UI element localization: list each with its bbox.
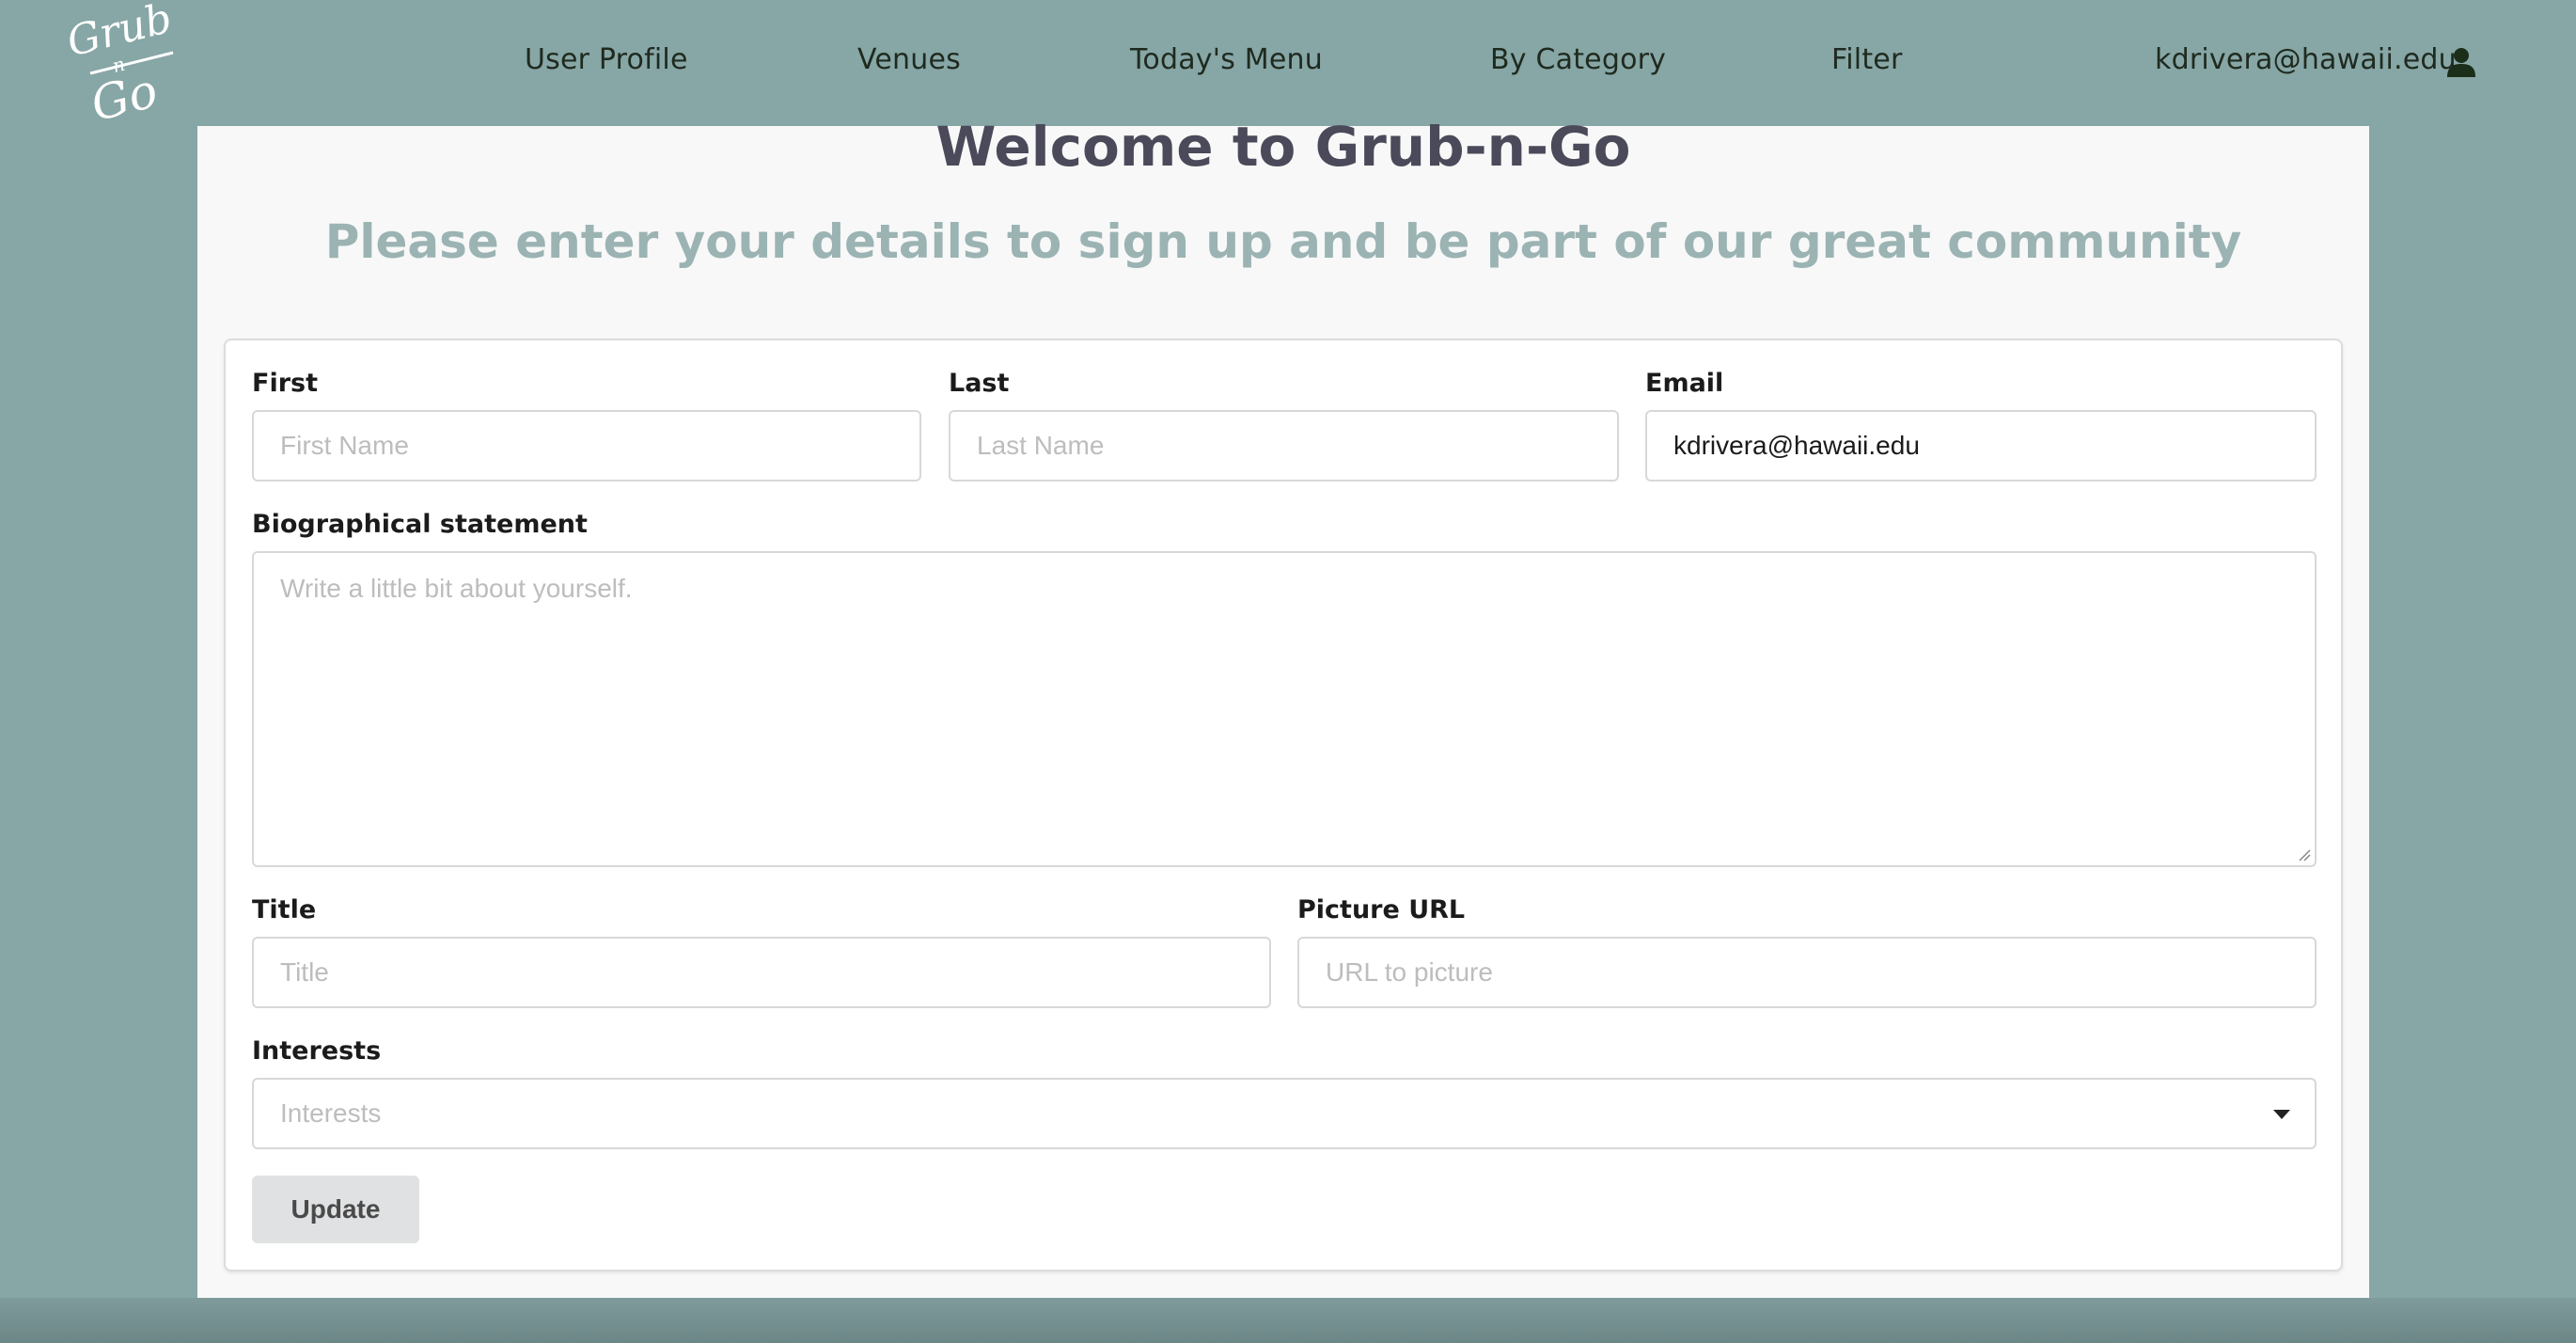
interests-placeholder: Interests (280, 1098, 382, 1128)
bio-placeholder: Write a little bit about yourself. (280, 574, 633, 603)
page-title: Welcome to Grub-n-Go (935, 115, 1631, 179)
interests-select[interactable]: Interests (252, 1078, 2317, 1149)
last-name-input[interactable]: Last Name (949, 410, 1619, 482)
nav-user-email[interactable]: kdrivera@hawaii.edu (2155, 43, 2457, 76)
email-input[interactable]: kdrivera@hawaii.edu (1645, 410, 2317, 482)
page-bottom-edge (0, 1298, 2576, 1343)
main-content: Welcome to Grub-n-Go Please enter your d… (197, 115, 2369, 1298)
title-input[interactable]: Title (252, 937, 1271, 1008)
title-label: Title (252, 895, 317, 924)
page-subtitle: Please enter your details to sign up and… (324, 214, 2242, 269)
bio-label: Biographical statement (252, 510, 588, 539)
nav-user-profile[interactable]: User Profile (525, 43, 688, 76)
nav-by-category[interactable]: By Category (1490, 43, 1666, 76)
grub-n-go-logo[interactable]: Grub n Go (62, 0, 184, 122)
picture-url-label: Picture URL (1297, 895, 1466, 924)
first-name-label: First (252, 369, 318, 398)
signup-form-card: First First Name Last Last Name Email kd… (224, 339, 2343, 1272)
nav-filter[interactable]: Filter (1831, 43, 1903, 76)
picture-url-input[interactable]: URL to picture (1297, 937, 2317, 1008)
update-button[interactable]: Update (252, 1176, 419, 1243)
last-name-label: Last (949, 369, 1010, 398)
nav-todays-menu[interactable]: Today's Menu (1130, 43, 1323, 76)
resize-grip-icon[interactable] (2298, 848, 2311, 861)
dropdown-caret-icon[interactable] (2273, 1110, 2290, 1119)
first-name-input[interactable]: First Name (252, 410, 921, 482)
bio-textarea[interactable]: Write a little bit about yourself. (252, 551, 2317, 867)
top-navbar: Grub n Go User Profile Venues Today's Me… (0, 0, 2576, 126)
nav-venues[interactable]: Venues (857, 43, 961, 76)
email-label: Email (1645, 369, 1724, 398)
interests-label: Interests (252, 1036, 382, 1066)
user-icon[interactable] (2446, 47, 2476, 77)
